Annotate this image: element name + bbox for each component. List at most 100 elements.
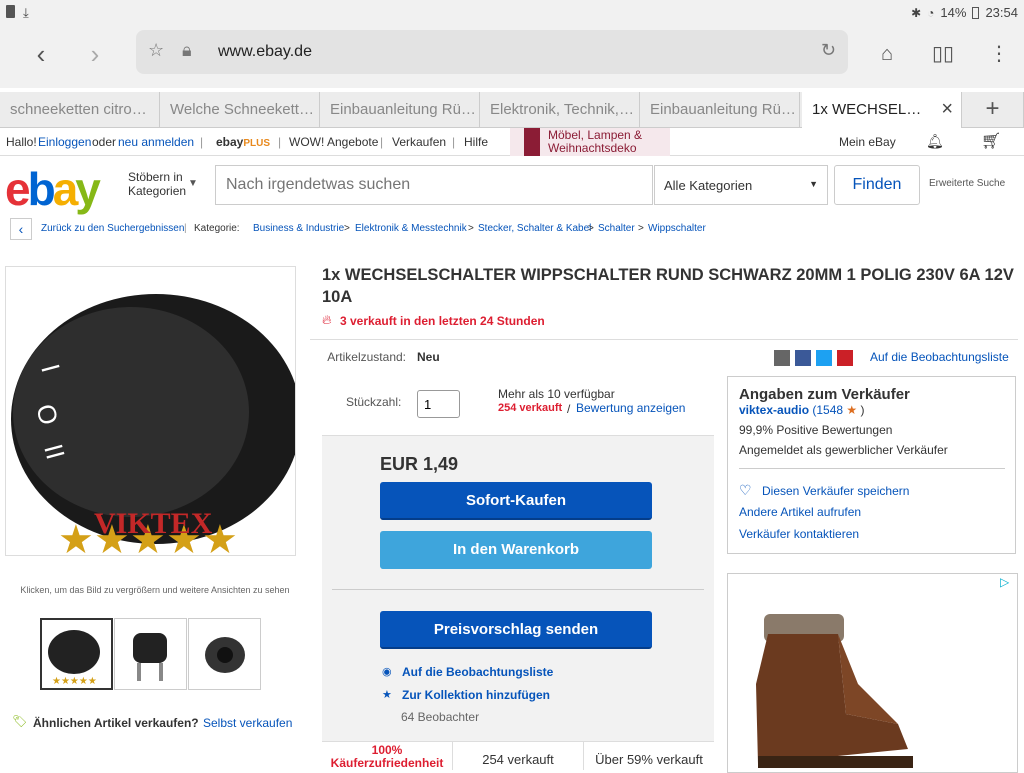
- crumb-link[interactable]: Business & Industrie: [253, 223, 344, 234]
- home-icon[interactable]: ⌂: [872, 40, 902, 70]
- battery-icon: [972, 6, 980, 19]
- make-offer-button[interactable]: Preisvorschlag senden: [380, 611, 652, 649]
- add-to-cart-button[interactable]: In den Warenkorb: [380, 531, 652, 569]
- ebay-top-nav: Hallo! Einloggen oder neu anmelden | eba…: [0, 128, 1024, 156]
- back-to-results-link[interactable]: Zurück zu den Suchergebnissen: [41, 223, 184, 234]
- bell-icon[interactable]: 🔔︎: [926, 133, 944, 150]
- cart-icon[interactable]: 🛒︎: [981, 131, 1001, 151]
- product-title: 1x WECHSELSCHALTER WIPPSCHALTER RUND SCH…: [322, 266, 1014, 306]
- twitter-icon[interactable]: [816, 350, 832, 366]
- divider: |: [200, 135, 204, 149]
- adchoices-icon[interactable]: ▷: [1000, 575, 1014, 589]
- crumb-separator: >: [638, 223, 644, 234]
- menu-icon[interactable]: ⋮: [984, 40, 1014, 70]
- seller-type: Angemeldet als gewerblicher Verkäufer: [739, 443, 948, 457]
- ebay-plus-link[interactable]: ebayPLUS: [216, 135, 270, 149]
- forward-icon[interactable]: ›: [80, 40, 110, 70]
- login-link[interactable]: Einloggen: [38, 135, 91, 149]
- divider: [310, 339, 1018, 340]
- add-collection-link[interactable]: Zur Kollektion hinzufügen: [402, 688, 550, 702]
- category-label: Kategorie:: [194, 223, 240, 234]
- browse-categories[interactable]: Stöbern in Kategorien: [128, 170, 188, 198]
- browser-tab[interactable]: Welche Schneekett…: [160, 92, 320, 128]
- status-bar: ⤓ ✱ ◔ 14% 23:54: [0, 0, 1024, 26]
- search-input[interactable]: [216, 166, 652, 204]
- stat-satisfaction-label: Käuferzufriedenheit: [330, 756, 444, 770]
- sell-yourself-link[interactable]: Selbst verkaufen: [203, 716, 292, 730]
- star-icon: ★: [382, 689, 392, 701]
- register-link[interactable]: neu anmelden: [118, 135, 194, 149]
- contact-seller-link[interactable]: Verkäufer kontaktieren: [739, 527, 859, 541]
- sell-link[interactable]: Verkaufen: [392, 135, 446, 149]
- save-seller-link[interactable]: Diesen Verkäufer speichern: [762, 484, 909, 498]
- reload-icon[interactable]: ↻: [821, 40, 836, 61]
- back-arrow-icon[interactable]: ‹: [10, 218, 32, 240]
- battery-level: 14%: [940, 5, 967, 20]
- seller-positive: 99,9% Positive Bewertungen: [739, 423, 893, 437]
- buy-now-button[interactable]: Sofort-Kaufen: [380, 482, 652, 520]
- chevron-down-icon[interactable]: ▼: [188, 178, 198, 189]
- search-field[interactable]: [215, 165, 653, 205]
- stat-sold: 254 verkauft: [453, 742, 584, 770]
- seller-score[interactable]: (1548: [812, 403, 843, 417]
- pinterest-icon[interactable]: [837, 350, 853, 366]
- email-icon[interactable]: [774, 350, 790, 366]
- thumbnail[interactable]: [114, 618, 187, 690]
- url-text[interactable]: www.ebay.de: [218, 43, 312, 61]
- new-tab-icon[interactable]: +: [962, 92, 1024, 128]
- available-text: Mehr als 10 verfügbar: [498, 387, 615, 401]
- promo-banner[interactable]: Möbel, Lampen & Weihnachtsdeko: [510, 128, 670, 156]
- browser-tab[interactable]: Elektronik, Technik,…: [480, 92, 640, 128]
- reader-icon[interactable]: ▯▯: [928, 40, 958, 70]
- heart-icon: ♡: [739, 482, 752, 498]
- divider: |: [184, 223, 187, 234]
- crumb-link[interactable]: Wippschalter: [648, 223, 706, 234]
- breadcrumb: ‹ Zurück zu den Suchergebnissen | Katego…: [0, 214, 1024, 244]
- browser-tab[interactable]: Einbauanleitung Rü…: [640, 92, 800, 128]
- quantity-input[interactable]: [417, 390, 460, 418]
- crumb-link[interactable]: Schalter: [598, 223, 635, 234]
- greeting: Hallo!: [6, 135, 37, 149]
- crumb-link[interactable]: Elektronik & Messtechnik: [355, 223, 467, 234]
- browser-tab[interactable]: schneeketten citro…: [0, 92, 160, 128]
- sold-count[interactable]: 254 verkauft: [498, 402, 562, 414]
- tab-label: 1x WECHSEL…: [812, 101, 922, 118]
- banner-text: Möbel, Lampen & Weihnachtsdeko: [548, 128, 643, 155]
- back-icon[interactable]: ‹: [26, 40, 56, 70]
- find-button[interactable]: Finden: [834, 165, 920, 205]
- main-product-image[interactable]: I O II ★ ★ ★ ★ ★ VIKTEX: [5, 266, 296, 556]
- add-watchlist-link[interactable]: Auf die Beobachtungsliste: [402, 665, 553, 679]
- divider: [739, 468, 1005, 469]
- advertisement[interactable]: ▷: [727, 573, 1018, 773]
- thumbnail[interactable]: ★★★★★: [40, 618, 113, 690]
- divider: [332, 589, 704, 590]
- other-items-link[interactable]: Andere Artikel aufrufen: [739, 505, 861, 519]
- browser-toolbar: ‹ › ☆ 🔒︎ www.ebay.de ↻ ⌂ ▯▯ ⋮: [0, 26, 1024, 88]
- seller-name-link[interactable]: viktex-audio: [739, 403, 809, 417]
- bookmark-star-icon[interactable]: ☆: [148, 40, 164, 61]
- address-bar[interactable]: ☆ 🔒︎ www.ebay.de ↻: [136, 30, 848, 74]
- wifi-icon: ◔: [927, 5, 935, 20]
- facebook-icon[interactable]: [795, 350, 811, 366]
- category-select[interactable]: Alle Kategorien ▼: [654, 165, 828, 205]
- thumbnail[interactable]: [188, 618, 261, 690]
- crumb-separator: >: [344, 223, 350, 234]
- advanced-search-link[interactable]: Erweiterte Suche: [929, 178, 1005, 189]
- browser-tab-active[interactable]: 1x WECHSEL… ×: [802, 92, 962, 128]
- help-link[interactable]: Hilfe: [464, 135, 488, 149]
- wow-link[interactable]: WOW! Angebote: [289, 135, 378, 149]
- close-tab-icon[interactable]: ×: [941, 98, 953, 121]
- seller-info-box: Angaben zum Verkäufer viktex-audio (1548…: [727, 376, 1016, 554]
- ebay-logo[interactable]: ebay: [5, 162, 101, 216]
- browser-tab[interactable]: Einbauanleitung Rü…: [320, 92, 480, 128]
- stat-percent-sold: Über 59% verkauft: [595, 752, 703, 767]
- banner-bar: [524, 128, 540, 156]
- thumbnail-strip: ★★★★★: [40, 618, 261, 690]
- condition-value: Neu: [417, 350, 440, 364]
- crumb-link[interactable]: Stecker, Schalter & Kabel: [478, 223, 591, 234]
- my-ebay-link[interactable]: Mein eBay: [839, 135, 896, 149]
- watchlist-link[interactable]: Auf die Beobachtungsliste: [870, 350, 1009, 364]
- rating-link[interactable]: Bewertung anzeigen: [576, 401, 685, 415]
- feedback-star-icon: ★: [846, 403, 858, 417]
- seller-name-row: viktex-audio (1548 ★ ): [739, 403, 865, 417]
